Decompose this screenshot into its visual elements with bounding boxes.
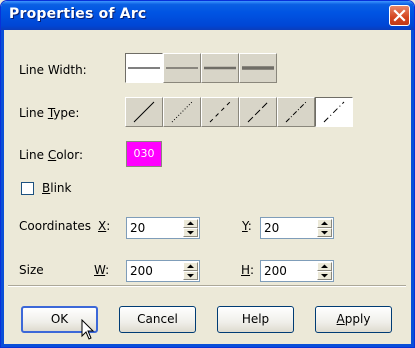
window-frame-bottom — [1, 344, 414, 347]
size-label: Size — [19, 263, 44, 277]
x-increment-button[interactable] — [183, 219, 198, 228]
w-label: W: — [94, 263, 110, 277]
height-spinner[interactable]: 200 — [260, 260, 334, 282]
line-color-value: 030 — [133, 147, 155, 160]
window-frame-left — [1, 30, 4, 347]
mouse-pointer-icon — [81, 319, 95, 340]
line-width-label: Line Width: — [19, 63, 87, 77]
line-width-option-3[interactable] — [201, 53, 239, 83]
arrow-up-icon — [321, 221, 328, 225]
line-type-dash-dot-dot[interactable] — [315, 97, 353, 127]
line-type-long-dash[interactable] — [239, 97, 277, 127]
window-frame-right — [411, 30, 414, 347]
height-value[interactable]: 200 — [264, 264, 287, 278]
medium-line-icon — [166, 67, 198, 69]
solid-diagonal-icon — [133, 101, 155, 123]
width-decrement-button[interactable] — [183, 271, 198, 280]
cancel-button-label: Cancel — [137, 312, 178, 326]
y-value[interactable]: 20 — [264, 221, 279, 235]
arrow-down-icon — [321, 231, 328, 235]
line-width-selector — [125, 53, 277, 83]
long-dash-diagonal-icon — [247, 101, 269, 123]
title-bar: Properties of Arc — [1, 1, 414, 30]
y-increment-button[interactable] — [317, 219, 332, 228]
y-label: Y: — [242, 219, 252, 233]
line-color-button[interactable]: 030 — [126, 141, 162, 167]
dash-dot-dot-diagonal-icon — [323, 101, 345, 123]
arrow-down-icon — [187, 231, 194, 235]
line-width-option-4[interactable] — [239, 53, 277, 83]
arrow-down-icon — [321, 274, 328, 278]
line-type-solid[interactable] — [125, 97, 163, 127]
close-button[interactable] — [389, 5, 410, 26]
line-type-dashed[interactable] — [201, 97, 239, 127]
thick-line-icon — [204, 66, 236, 70]
line-width-option-2[interactable] — [163, 53, 201, 83]
height-increment-button[interactable] — [317, 262, 332, 271]
width-increment-button[interactable] — [183, 262, 198, 271]
x-value[interactable]: 20 — [130, 221, 145, 235]
line-type-dash-dot[interactable] — [277, 97, 315, 127]
arrow-up-icon — [187, 221, 194, 225]
arrow-up-icon — [187, 264, 194, 268]
width-value[interactable]: 200 — [130, 264, 153, 278]
line-width-option-1[interactable] — [125, 53, 163, 83]
arrow-up-icon — [321, 264, 328, 268]
h-label: H: — [241, 263, 255, 277]
help-button[interactable]: Help — [217, 306, 294, 333]
line-type-selector — [125, 97, 353, 127]
cancel-button[interactable]: Cancel — [119, 306, 196, 333]
width-spinner[interactable]: 200 — [126, 260, 200, 282]
properties-dialog: Properties of Arc Line Width: Line Type: — [0, 0, 415, 348]
dotted-diagonal-icon — [171, 101, 193, 123]
arrow-down-icon — [187, 274, 194, 278]
x-decrement-button[interactable] — [183, 228, 198, 237]
line-color-label: Line Color: — [19, 148, 84, 162]
dash-dot-diagonal-icon — [285, 101, 307, 123]
thin-line-icon — [128, 67, 160, 69]
dialog-title: Properties of Arc — [9, 6, 147, 22]
separator — [8, 285, 406, 287]
dashed-diagonal-icon — [209, 101, 231, 123]
coordinates-label: Coordinates — [19, 219, 92, 233]
line-type-dotted[interactable] — [163, 97, 201, 127]
blink-checkbox[interactable] — [21, 182, 34, 195]
line-type-label: Line Type: — [19, 106, 80, 120]
x-label: X: — [98, 219, 111, 233]
close-icon — [393, 9, 406, 22]
y-coordinate-spinner[interactable]: 20 — [260, 217, 334, 239]
apply-button[interactable]: Apply — [315, 306, 392, 333]
x-coordinate-spinner[interactable]: 20 — [126, 217, 200, 239]
ok-button-label: OK — [50, 312, 69, 326]
thickest-line-icon — [242, 66, 274, 70]
y-decrement-button[interactable] — [317, 228, 332, 237]
blink-label: Blink — [42, 181, 72, 195]
height-decrement-button[interactable] — [317, 271, 332, 280]
help-button-label: Help — [241, 312, 270, 326]
